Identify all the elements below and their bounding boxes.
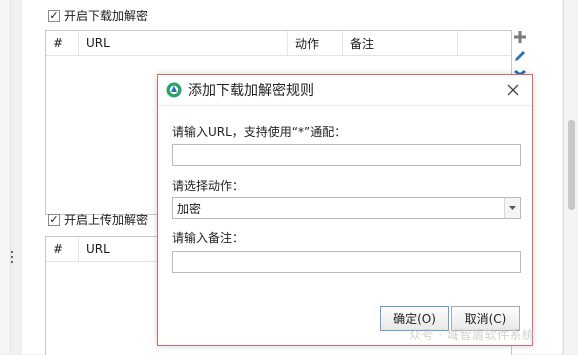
download-encrypt-checkbox[interactable]: ✓ xyxy=(48,9,60,22)
add-download-rule-dialog: 添加下载加解密规则 请输入URL，支持使用“*”通配： 请选择动作： 加密 请输… xyxy=(157,74,533,346)
action-label: 请选择动作： xyxy=(172,179,245,193)
plus-icon[interactable] xyxy=(512,29,528,45)
upload-encrypt-checkbox[interactable]: ✓ xyxy=(48,213,60,226)
column-header-empty xyxy=(458,31,511,55)
column-header-action[interactable]: 动作 xyxy=(288,31,343,55)
column-header-url[interactable]: URL xyxy=(79,31,288,55)
action-select[interactable]: 加密 xyxy=(172,197,521,219)
chevron-down-icon[interactable] xyxy=(504,198,520,218)
note-input[interactable] xyxy=(172,251,521,273)
column-header-note[interactable]: 备注 xyxy=(343,31,458,55)
url-label: 请输入URL，支持使用“*”通配： xyxy=(172,125,347,139)
pencil-icon[interactable] xyxy=(512,48,528,64)
left-panel-strip xyxy=(0,0,11,354)
splitter-handle[interactable] xyxy=(10,251,14,269)
upload-encrypt-toggle[interactable]: ✓ 开启上传加解密 xyxy=(48,211,148,228)
vertical-scrollbar[interactable] xyxy=(563,0,578,354)
dialog-titlebar[interactable]: 添加下载加解密规则 xyxy=(158,75,532,106)
note-label: 请输入备注： xyxy=(172,231,245,245)
close-icon[interactable] xyxy=(504,81,522,99)
column-header-index[interactable]: # xyxy=(46,237,79,261)
app-logo-icon xyxy=(166,82,182,98)
download-encrypt-label: 开启下载加解密 xyxy=(64,9,149,23)
dialog-title: 添加下载加解密规则 xyxy=(188,83,314,99)
download-encrypt-toggle[interactable]: ✓ 开启下载加解密 xyxy=(48,7,148,24)
table-header: # URL 动作 备注 xyxy=(46,31,511,56)
upload-encrypt-label: 开启上传加解密 xyxy=(64,213,149,227)
action-selected-value: 加密 xyxy=(177,201,202,216)
url-input[interactable] xyxy=(172,144,521,166)
column-header-index[interactable]: # xyxy=(46,31,79,55)
scrollbar-thumb[interactable] xyxy=(568,120,575,210)
watermark-text: 众号 · 域智盾软件系统 xyxy=(409,328,535,342)
